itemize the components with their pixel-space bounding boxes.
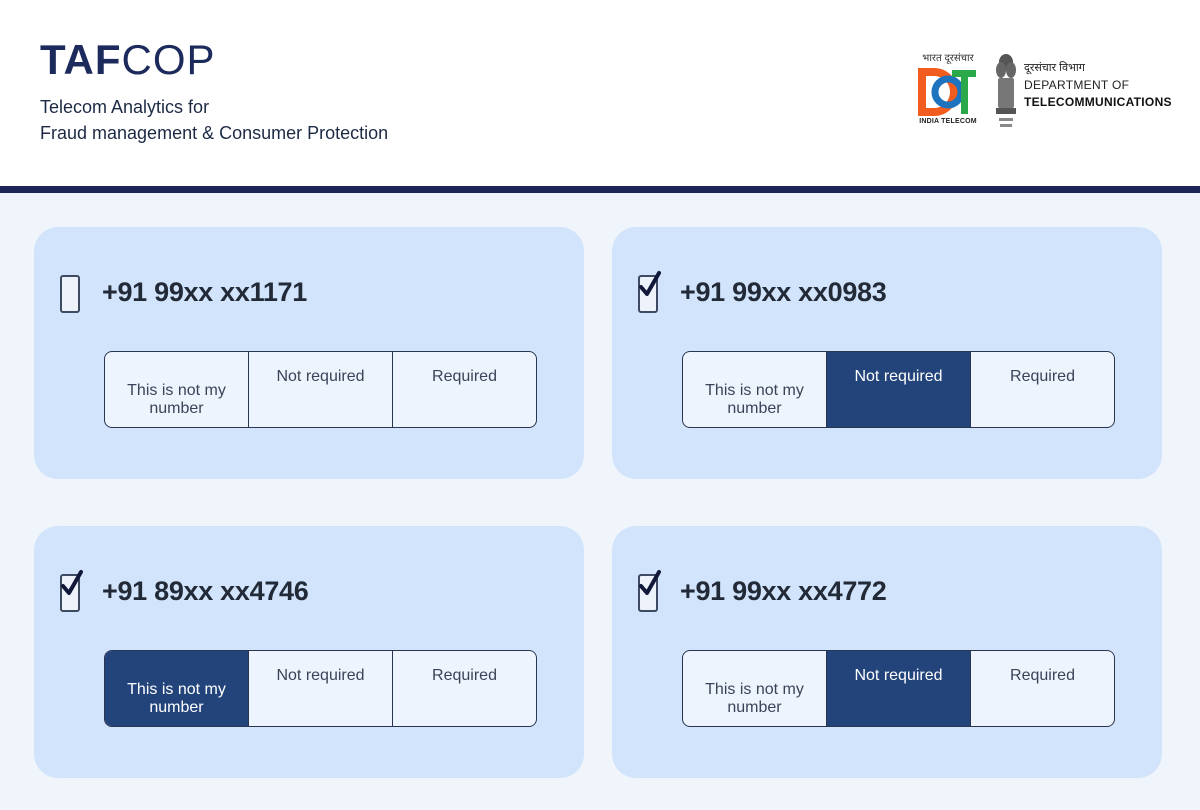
dot-logo-icon bbox=[918, 68, 976, 116]
dept-line-1: DEPARTMENT OF bbox=[1024, 78, 1130, 92]
number-card: +91 99xx xx1171 This is not my number No… bbox=[34, 227, 584, 479]
option-not-my-number[interactable]: This is not my number bbox=[683, 352, 827, 427]
phone-number: +91 89xx xx4746 bbox=[102, 576, 309, 606]
number-card: +91 99xx xx4772 This is not my number No… bbox=[612, 526, 1162, 778]
phone-number: +91 99xx xx0983 bbox=[680, 277, 887, 307]
dot-india-telecom-logo: भारत दूरसंचार INDIA TELECOM bbox=[918, 50, 978, 142]
option-not-required[interactable]: Not required bbox=[827, 651, 971, 726]
tafcop-logo: TAFCOP bbox=[40, 36, 216, 83]
checkmark-icon bbox=[639, 271, 661, 296]
number-card: +91 89xx xx4746 This is not my number No… bbox=[34, 526, 584, 778]
option-required[interactable]: Required bbox=[971, 651, 1114, 726]
option-not-required[interactable]: Not required bbox=[249, 352, 393, 427]
number-checkbox[interactable] bbox=[60, 275, 80, 313]
dept-line-2: TELECOMMUNICATIONS bbox=[1024, 95, 1172, 109]
dot-hindi-text: भारत दूरसंचार bbox=[922, 53, 974, 64]
option-required[interactable]: Required bbox=[393, 651, 536, 726]
number-checkbox[interactable] bbox=[60, 570, 83, 612]
phone-number: +91 99xx xx4772 bbox=[680, 576, 887, 606]
checkmark-icon bbox=[639, 570, 661, 595]
header-divider bbox=[0, 186, 1200, 193]
option-group: This is not my number Not required Requi… bbox=[682, 650, 1115, 727]
option-not-my-number[interactable]: This is not my number bbox=[105, 352, 249, 427]
tagline-line-2: Fraud management & Consumer Protection bbox=[40, 123, 389, 143]
option-group: This is not my number Not required Requi… bbox=[682, 351, 1115, 428]
site-header: TAFCOP Telecom Analytics for Fraud manag… bbox=[0, 0, 1200, 186]
number-checkbox[interactable] bbox=[638, 271, 661, 313]
option-required[interactable]: Required bbox=[971, 352, 1114, 427]
option-not-my-number[interactable]: This is not my number bbox=[105, 651, 249, 726]
phone-number: +91 99xx xx1171 bbox=[102, 277, 307, 307]
option-not-required[interactable]: Not required bbox=[827, 352, 971, 427]
option-not-required[interactable]: Not required bbox=[249, 651, 393, 726]
tagline-line-1: Telecom Analytics for bbox=[40, 97, 210, 117]
dot-caption: INDIA TELECOM bbox=[919, 118, 977, 125]
number-card: +91 99xx xx0983 This is not my number No… bbox=[612, 227, 1162, 479]
tafcop-tagline: Telecom Analytics for Fraud management &… bbox=[40, 94, 388, 146]
department-of-telecom: दूरसंचार विभाग DEPARTMENT OF TELECOMMUNI… bbox=[1024, 60, 1172, 110]
national-emblem-icon bbox=[996, 54, 1016, 127]
number-checkbox[interactable] bbox=[638, 570, 661, 612]
option-not-my-number[interactable]: This is not my number bbox=[683, 651, 827, 726]
tafcop-brand[interactable]: TAFCOP Telecom Analytics for Fraud manag… bbox=[40, 36, 388, 146]
option-group: This is not my number Not required Requi… bbox=[104, 650, 537, 727]
option-group: This is not my number Not required Requi… bbox=[104, 351, 537, 428]
dept-hindi-text: दूरसंचार विभाग bbox=[1024, 62, 1085, 74]
checkmark-icon bbox=[61, 570, 83, 595]
option-required[interactable]: Required bbox=[393, 352, 536, 427]
